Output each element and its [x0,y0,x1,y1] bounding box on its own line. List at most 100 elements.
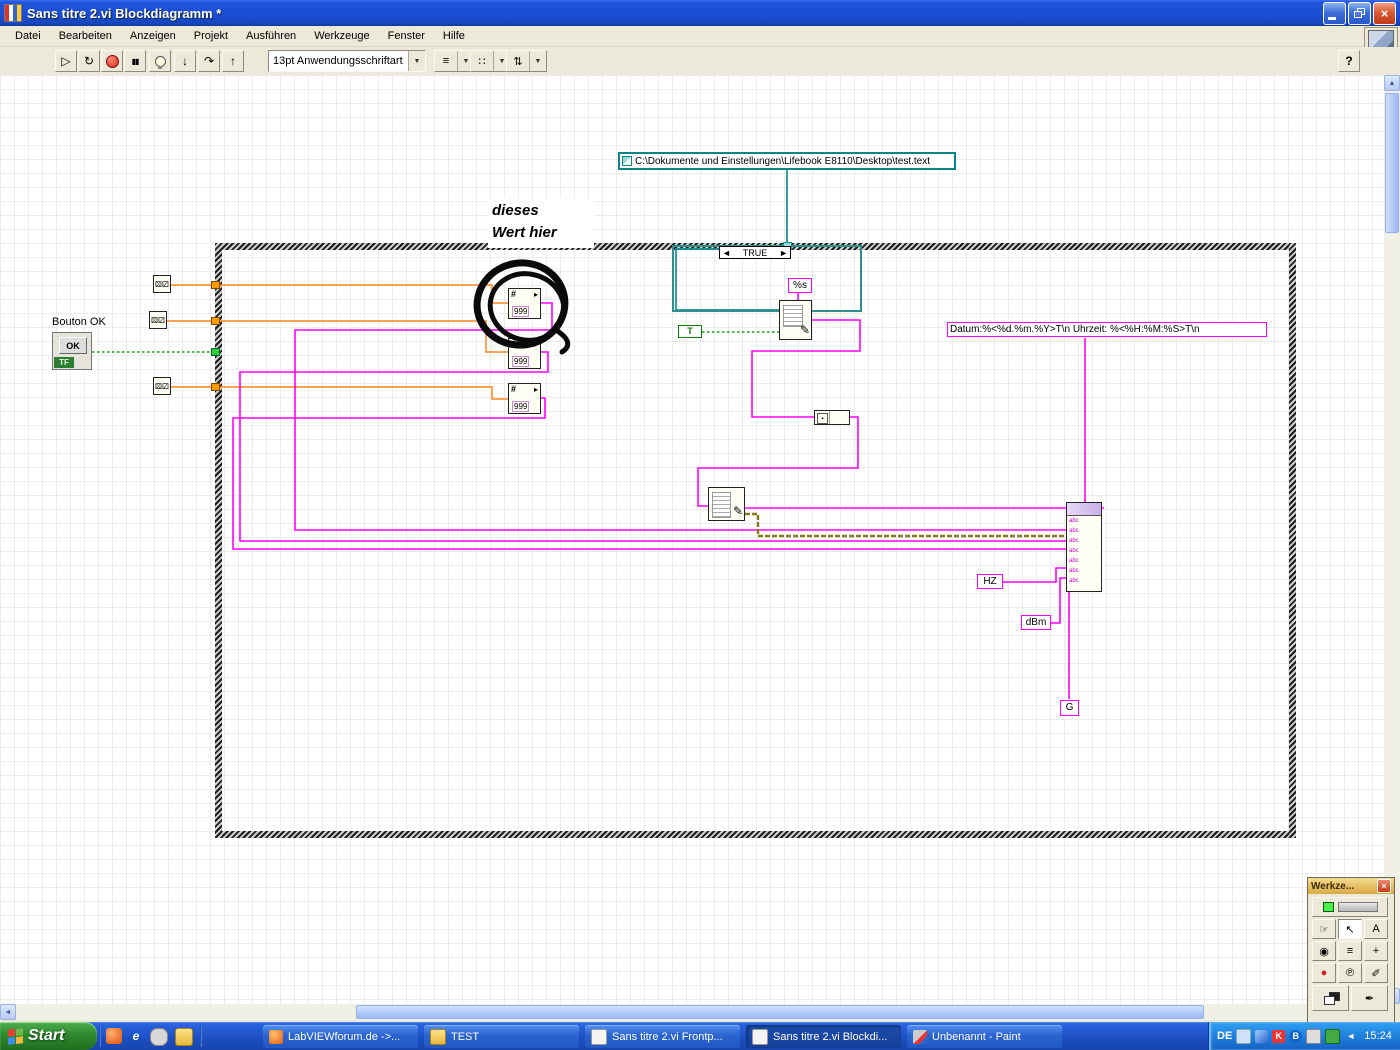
task-button-blockdiagram[interactable]: Sans titre 2.vi Blockdi... [746,1025,901,1048]
case-prev-icon[interactable]: ◄ [722,248,731,258]
scroll-tool[interactable]: + [1364,941,1388,961]
hz-constant[interactable]: HZ [977,574,1003,589]
case-selector-label[interactable]: ◄ TRUE ► [719,246,791,259]
object-menu-tool[interactable]: ≡ [1338,941,1362,961]
minimize-button[interactable] [1323,1,1346,25]
random-number-node-1[interactable]: ⚄⚂ [153,275,171,293]
arrow-icon: ▸ [533,340,538,349]
datum-format-constant[interactable]: Datum:%<%d.%m.%Y>T\n Uhrzeit: %<%H:%M:%S… [947,322,1267,337]
network-tray-icon[interactable] [1255,1029,1269,1043]
probe-tool[interactable]: ℗ [1338,963,1362,983]
dice-icon: ⚄⚂ [155,381,169,391]
reorder-dropdown[interactable]: ⇅ ▼ [506,50,547,72]
restore-button[interactable] [1348,1,1371,25]
volume-tray-icon[interactable]: ◄ [1344,1030,1357,1043]
file-path-constant[interactable]: C:\Dokumente und Einstellungen\Lifebook … [618,152,956,170]
get-color-tool[interactable]: ✐ [1364,963,1388,983]
antivirus-tray-icon[interactable]: K [1272,1029,1286,1043]
while-loop-border-bottom[interactable] [215,831,1296,838]
step-over-button[interactable]: ↷ [198,50,220,72]
status-tray-icon[interactable] [1325,1028,1341,1044]
dbm-constant[interactable]: dBm [1021,615,1051,630]
menu-anzeigen[interactable]: Anzeigen [121,28,185,44]
operate-value-tool[interactable]: ☞ [1312,919,1336,939]
tunnel-numeric-2[interactable] [211,317,220,325]
ok-button-terminal[interactable]: OK TF [52,332,92,370]
quicklaunch-folder-icon[interactable] [175,1028,193,1046]
tunnel-numeric-3[interactable] [211,383,220,391]
random-number-node-2[interactable]: ⚄⚂ [149,311,167,329]
step-into-button[interactable]: ↓ [174,50,196,72]
while-loop-border-left[interactable] [215,243,222,838]
abort-button[interactable] [101,50,123,72]
breakpoint-tool[interactable]: ● [1312,963,1336,983]
menu-bearbeiten[interactable]: Bearbeiten [50,28,121,44]
number-to-string-node-3[interactable]: # ▸ 999 [508,383,541,414]
auto-tool-select-button[interactable] [1312,897,1388,917]
highlight-execution-button[interactable] [149,50,171,72]
start-button[interactable]: Start [0,1022,97,1050]
scroll-left-button[interactable]: ◄ [0,1004,16,1020]
tools-palette-close-button[interactable]: × [1377,879,1391,893]
menu-ausfuehren[interactable]: Ausführen [237,28,305,44]
horizontal-scrollbar[interactable]: ◄ ► [0,1004,1384,1020]
concatenate-strings-node[interactable]: abc abc abc abc abc abc abc [1066,502,1102,592]
horizontal-scrollbar-thumb[interactable] [356,1005,1204,1019]
brush-tool[interactable]: ✒ [1351,985,1388,1011]
step-out-button[interactable]: ↑ [222,50,244,72]
chevron-down-icon[interactable]: ▼ [529,51,546,71]
language-indicator[interactable]: DE [1217,1030,1232,1042]
number-to-string-node-1[interactable]: # ▸ 999 [508,288,541,319]
context-help-button[interactable]: ? [1338,50,1360,72]
format-into-file-node[interactable]: ✎ [779,300,812,340]
write-text-file-node[interactable]: ✎ [708,487,745,521]
menu-projekt[interactable]: Projekt [185,28,237,44]
scroll-hand-icon: + [1372,945,1380,957]
quicklaunch-app-icon[interactable] [150,1028,168,1046]
align-objects-dropdown[interactable]: ≡ ▼ [434,50,475,72]
build-array-node[interactable]: ▪ [814,410,850,425]
g-constant[interactable]: G [1060,700,1079,716]
task-button-frontpanel[interactable]: Sans titre 2.vi Frontp... [585,1025,740,1048]
font-selector[interactable]: 13pt Anwendungsschriftart ▼ [268,50,426,72]
display-tray-icon[interactable] [1236,1028,1252,1044]
wire-tool[interactable]: ◉ [1312,941,1336,961]
case-next-icon[interactable]: ► [779,248,788,258]
free-label-annotation[interactable]: dieses Wert hier [488,198,594,248]
task-button-test-folder[interactable]: TEST [424,1025,579,1048]
tunnel-numeric-1[interactable] [211,281,220,289]
position-tool[interactable]: ↖ [1338,919,1362,939]
run-continuous-button[interactable]: ↻ [78,50,100,72]
set-color-tool[interactable] [1312,985,1349,1011]
chevron-down-icon[interactable]: ▼ [408,51,425,71]
number-to-string-node-2[interactable]: # ▸ 999 [508,338,541,369]
pause-button[interactable]: ▮▮ [124,50,146,72]
taskbar-clock[interactable]: 15:24 [1364,1030,1392,1042]
true-constant[interactable]: T [678,325,702,338]
help-icon: ? [1345,54,1353,68]
menu-fenster[interactable]: Fenster [379,28,434,44]
vertical-scrollbar[interactable]: ▲ ▼ [1384,75,1400,1004]
menu-datei[interactable]: Datei [6,28,50,44]
tunnel-boolean[interactable] [211,348,220,356]
task-button-labviewforum[interactable]: LabVIEWforum.de ->... [263,1025,418,1048]
while-loop-border-right[interactable] [1289,243,1296,838]
vertical-scrollbar-thumb[interactable] [1385,93,1399,233]
percent-s-constant[interactable]: %s [788,278,812,293]
scroll-up-button[interactable]: ▲ [1384,75,1400,91]
step-over-icon: ↷ [203,54,215,68]
tools-palette-titlebar[interactable]: Werkze... × [1308,878,1394,894]
run-button[interactable]: ▷ [55,50,77,72]
close-button[interactable]: × [1373,1,1396,25]
task-button-paint[interactable]: Unbenannt - Paint [907,1025,1062,1048]
menu-hilfe[interactable]: Hilfe [434,28,474,44]
distribute-objects-dropdown[interactable]: ∷ ▼ [470,50,511,72]
bluetooth-tray-icon[interactable]: B [1289,1029,1303,1043]
quicklaunch-ie-icon[interactable]: e [128,1028,144,1044]
random-number-node-3[interactable]: ⚄⚂ [153,377,171,395]
tools-palette-window[interactable]: Werkze... × ☞ ↖ A ◉ ≡ + ● ℗ ✐ ✒ [1307,877,1395,1023]
usb-tray-icon[interactable] [1306,1028,1322,1044]
quicklaunch-browser-icon[interactable] [106,1028,122,1044]
edit-text-tool[interactable]: A [1364,919,1388,939]
menu-werkzeuge[interactable]: Werkzeuge [305,28,378,44]
